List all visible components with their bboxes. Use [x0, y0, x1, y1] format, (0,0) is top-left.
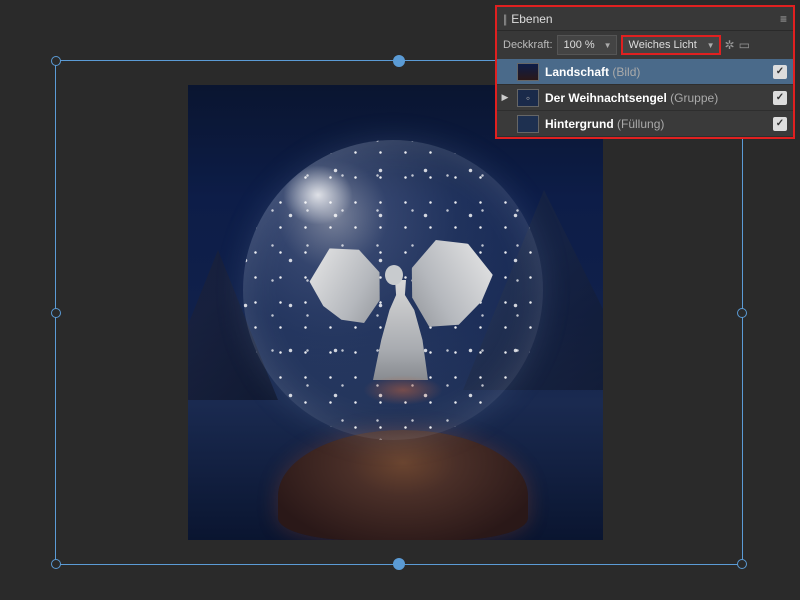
- layer-name: Landschaft (Bild): [545, 65, 767, 79]
- handle-bottom-right[interactable]: [737, 559, 747, 569]
- visibility-checkbox[interactable]: ✓: [773, 65, 787, 79]
- layer-row[interactable]: Landschaft (Bild) ✓: [497, 59, 793, 85]
- handle-middle-right[interactable]: [737, 308, 747, 318]
- opacity-value: 100 %: [564, 39, 595, 51]
- layer-thumbnail[interactable]: ◦: [517, 89, 539, 107]
- grip-icon[interactable]: ||: [503, 12, 505, 26]
- chevron-down-icon: ▼: [604, 41, 612, 50]
- opacity-dropdown[interactable]: 100 % ▼: [557, 35, 617, 55]
- gear-icon[interactable]: ✲: [725, 38, 735, 52]
- layer-row[interactable]: Hintergrund (Füllung) ✓: [497, 111, 793, 137]
- layers-list: Landschaft (Bild) ✓ ▶ ◦ Der Weihnachtsen…: [497, 59, 793, 137]
- handle-top-left[interactable]: [51, 56, 61, 66]
- layer-thumbnail[interactable]: [517, 115, 539, 133]
- visibility-checkbox[interactable]: ✓: [773, 91, 787, 105]
- handle-bottom-middle[interactable]: [393, 558, 405, 570]
- handle-top-middle[interactable]: [393, 55, 405, 67]
- expand-icon[interactable]: ▶: [499, 92, 511, 103]
- panel-menu-icon[interactable]: ≡: [780, 12, 787, 26]
- panel-header[interactable]: || Ebenen ≡: [497, 7, 793, 31]
- layer-name: Der Weihnachtsengel (Gruppe): [545, 91, 767, 105]
- layer-thumbnail[interactable]: [517, 63, 539, 81]
- handle-middle-left[interactable]: [51, 308, 61, 318]
- layer-row[interactable]: ▶ ◦ Der Weihnachtsengel (Gruppe) ✓: [497, 85, 793, 111]
- lock-icon[interactable]: ▭: [739, 38, 750, 52]
- layer-name: Hintergrund (Füllung): [545, 117, 767, 131]
- handle-bottom-left[interactable]: [51, 559, 61, 569]
- panel-controls: Deckkraft: 100 % ▼ Weiches Licht ▼ ✲ ▭: [497, 31, 793, 59]
- blend-mode-value: Weiches Licht: [629, 39, 697, 51]
- panel-title: Ebenen: [511, 12, 780, 26]
- chevron-down-icon: ▼: [707, 41, 715, 50]
- opacity-label: Deckkraft:: [503, 39, 553, 51]
- blend-mode-dropdown[interactable]: Weiches Licht ▼: [621, 35, 721, 55]
- layers-panel: || Ebenen ≡ Deckkraft: 100 % ▼ Weiches L…: [495, 5, 795, 139]
- visibility-checkbox[interactable]: ✓: [773, 117, 787, 131]
